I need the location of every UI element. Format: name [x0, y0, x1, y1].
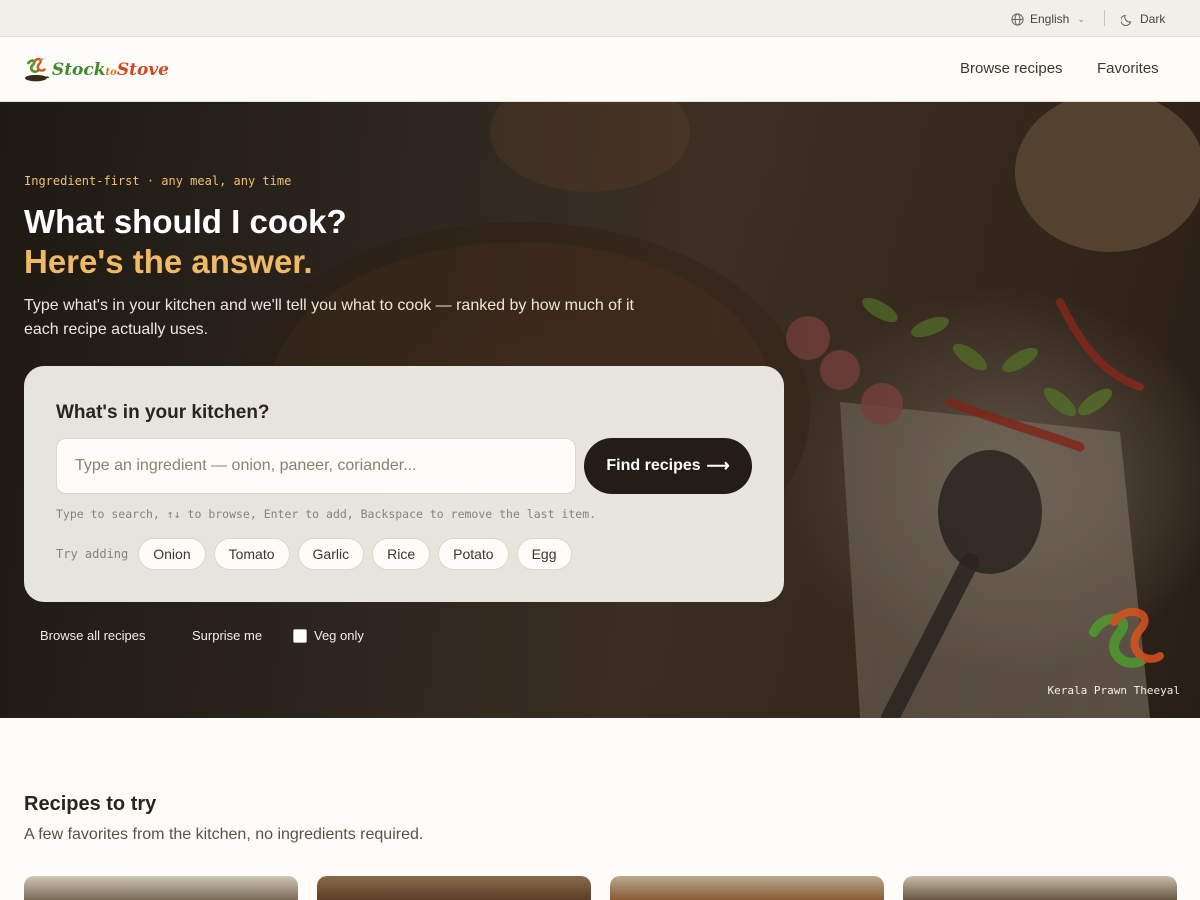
keyboard-hint: Type to search, ↑↓ to browse, Enter to a… [56, 507, 597, 521]
logo[interactable]: StocktoStove [24, 47, 169, 93]
language-label: English [1030, 12, 1070, 26]
nav-browse-recipes[interactable]: Browse recipes [960, 60, 1063, 77]
chip-garlic[interactable]: Garlic [297, 538, 365, 570]
utility-bar: English ⌄ Dark [0, 0, 1200, 37]
site-header: StocktoStove Browse recipes Favorites [0, 37, 1200, 102]
hero: Ingredient-first · any meal, any time Wh… [0, 102, 1200, 718]
veg-only-label: Veg only [314, 628, 364, 643]
divider [1104, 10, 1105, 26]
ingredient-search-card: What's in your kitchen? Find recipes ⟶ T… [24, 366, 784, 602]
arrow-right-icon: ⟶ [706, 458, 730, 475]
nav-favorites[interactable]: Favorites [1097, 60, 1159, 77]
chevron-down-icon: ⌄ [1077, 13, 1085, 24]
hero-subtitle: Type what's in your kitchen and we'll te… [24, 297, 634, 338]
hero-eyebrow: Ingredient-first · any meal, any time [24, 174, 292, 188]
browse-all-recipes-link[interactable]: Browse all recipes [40, 628, 146, 643]
surprise-me-link[interactable]: Surprise me [192, 628, 262, 643]
recipes-section-subtitle: A few favorites from the kitchen, no ing… [24, 826, 424, 843]
chip-tomato[interactable]: Tomato [213, 538, 290, 570]
find-recipes-label: Find recipes [606, 457, 701, 474]
globe-icon [1011, 12, 1024, 26]
logo-text: StocktoStove [51, 60, 169, 80]
chip-potato[interactable]: Potato [438, 538, 509, 570]
find-recipes-button[interactable]: Find recipes ⟶ [584, 438, 752, 494]
hero-title: What should I cook? Here's the answer. [24, 202, 347, 282]
moon-icon [1121, 14, 1132, 26]
recipe-card[interactable] [610, 876, 884, 900]
photo-caption: Kerala Prawn Theeyal [1047, 684, 1180, 697]
chip-onion[interactable]: Onion [138, 538, 206, 570]
try-adding-label: Try adding [56, 547, 129, 561]
recipe-card[interactable] [903, 876, 1177, 900]
recipe-card[interactable] [317, 876, 591, 900]
suggestion-row: Try adding Onion Tomato Garlic Rice Pota… [56, 538, 572, 570]
language-selector[interactable]: English ⌄ [1011, 10, 1085, 28]
theme-label: Dark [1140, 12, 1166, 26]
chip-rice[interactable]: Rice [372, 538, 431, 570]
veg-only-checkbox[interactable] [293, 628, 307, 643]
card-title: What's in your kitchen? [56, 402, 270, 423]
recipe-card[interactable] [24, 876, 298, 900]
theme-toggle[interactable]: Dark [1121, 10, 1165, 28]
chip-egg[interactable]: Egg [516, 538, 572, 570]
hero-title-line2: Here's the answer. [24, 243, 313, 280]
logo-icon [25, 57, 49, 82]
recipes-section-title: Recipes to try [24, 793, 157, 815]
veg-only-toggle[interactable]: Veg only [293, 628, 364, 643]
hero-title-line1: What should I cook? [24, 203, 347, 240]
ingredient-input[interactable] [56, 438, 576, 494]
